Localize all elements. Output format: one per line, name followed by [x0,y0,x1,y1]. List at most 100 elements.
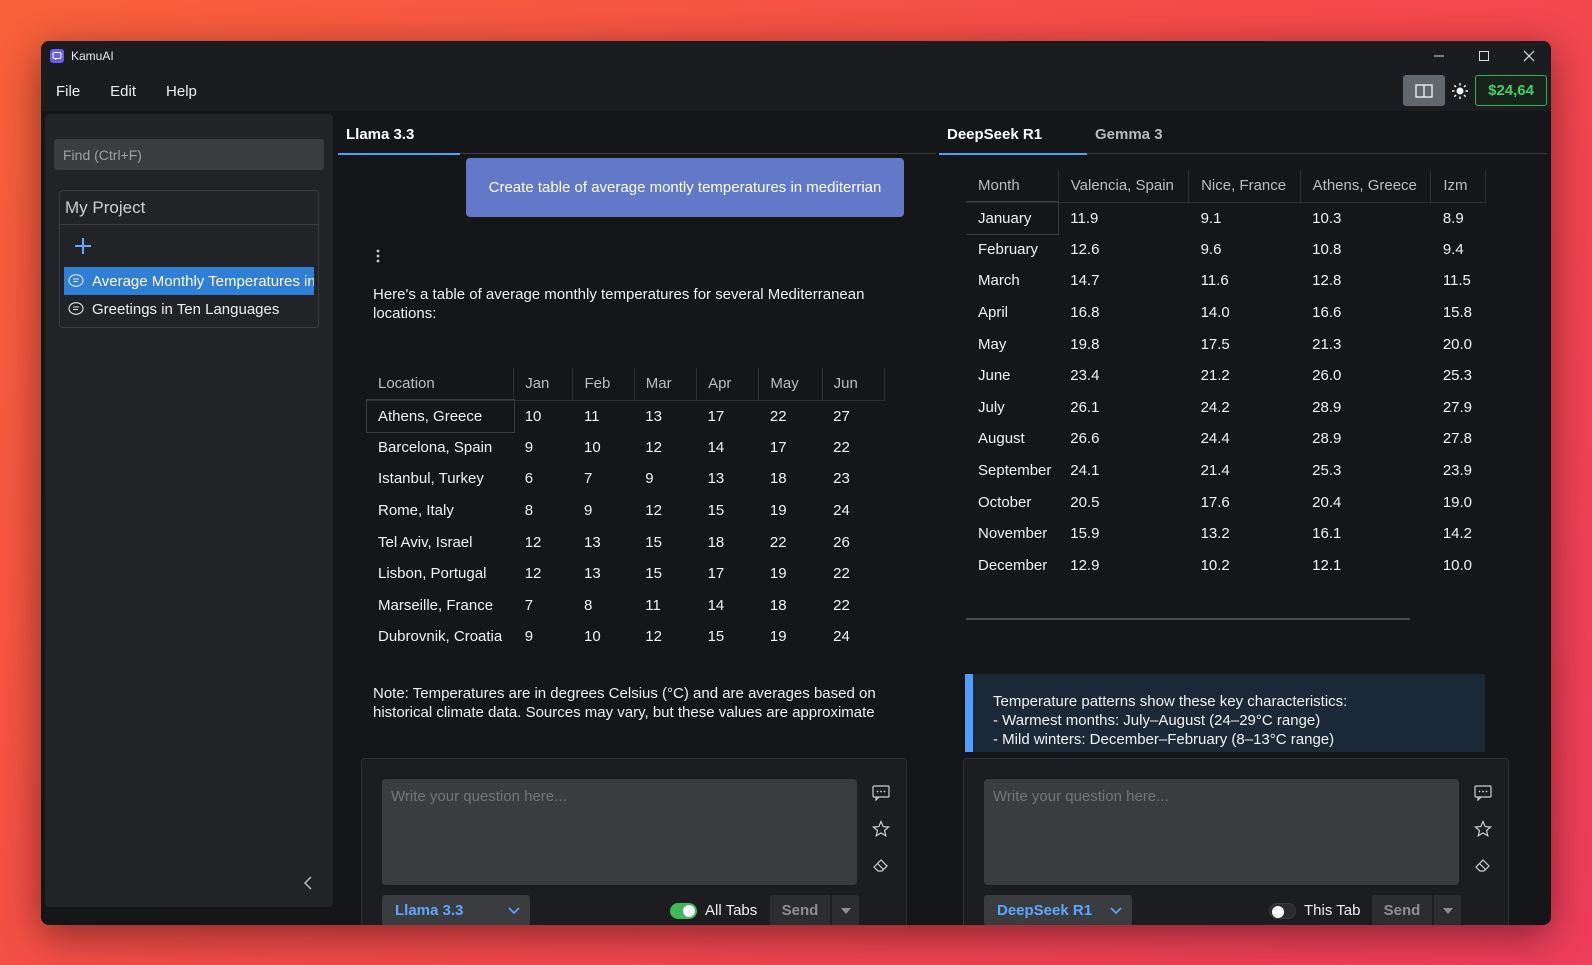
menu-edit[interactable]: Edit [95,83,151,100]
monthly-table: Month Valencia, Spain Nice, France Athen… [966,170,1486,570]
value-cell: 14 [707,596,725,614]
balance-badge[interactable]: $24,64 [1475,75,1547,106]
chat-item-label: Greetings in Ten Languages [92,300,280,318]
tab-gemma[interactable]: Gemma 3 [1087,114,1187,154]
question-input[interactable] [382,779,857,885]
all-tabs-toggle-group: All Tabs [670,902,757,919]
table-header: Jun [822,368,886,401]
value-cell: 17 [769,438,787,456]
table-header: Month [966,170,1059,203]
sun-icon[interactable] [1449,75,1471,106]
table-row: December 12.9 10.2 12.1 10.0 [966,550,1486,570]
value-cell: 10.0 [1442,556,1473,570]
chevron-down-icon [1110,903,1122,920]
send-button[interactable]: Send [770,895,830,925]
value-cell: 15.8 [1442,304,1473,322]
value-cell: 11.6 [1200,272,1229,290]
model-select-value: DeepSeek R1 [997,902,1093,919]
row-label-cell: Barcelona, Spain [378,438,493,456]
caret-down-icon [1442,907,1453,914]
value-cell: 19.8 [1070,335,1100,353]
response-note: Note: Temperatures are in degrees Celsiu… [373,685,876,721]
search-input[interactable]: Find (Ctrl+F) [54,139,324,170]
value-cell: 9 [524,628,534,646]
this-tab-toggle[interactable] [1269,902,1296,919]
value-cell: 11 [583,407,600,425]
row-label-cell: April [978,304,1009,322]
table-row: March 14.7 11.6 12.8 11.5 [966,265,1486,297]
tab-deepseek[interactable]: DeepSeek R1 [939,114,1087,155]
chat-pane-left: Llama 3.3 Create table of average montly… [338,114,936,925]
project-panel: My Project Average Monthly Temperatures … [59,190,319,328]
value-cell: 18 [769,596,787,614]
value-cell: 15 [707,628,725,646]
value-cell: 12.1 [1312,556,1342,570]
table-row: November 15.9 13.2 16.1 14.2 [966,518,1486,550]
model-select[interactable]: Llama 3.3 [382,895,530,925]
eraser-icon[interactable] [871,855,891,875]
chat-item-temperatures[interactable]: Average Monthly Temperatures in [64,267,314,295]
row-label-cell: May [978,335,1007,353]
value-cell: 8 [524,502,534,520]
value-cell: 7 [524,596,534,614]
send-button[interactable]: Send [1372,895,1432,925]
row-label-cell: June [978,367,1011,385]
send-options-button[interactable] [832,895,859,925]
table-header: Mar [634,368,698,401]
chat-bubble-icon [67,272,85,290]
table-row: February 12.6 9.6 10.8 9.4 [966,234,1486,266]
value-cell: 24 [833,502,850,520]
value-cell: 21.3 [1312,335,1342,353]
menu-file[interactable]: File [41,83,95,100]
value-cell: 20.0 [1442,335,1473,353]
table-header: Nice, France [1188,170,1301,203]
value-cell: 9.4 [1442,240,1464,258]
prompts-icon[interactable] [1473,783,1493,803]
value-cell: 20.5 [1070,493,1100,511]
more-options-icon[interactable] [376,249,380,268]
all-tabs-toggle[interactable] [670,902,697,919]
value-cell: 25.3 [1442,367,1473,385]
value-cell: 20.4 [1312,493,1342,511]
user-message: Create table of average montly temperatu… [466,158,904,217]
monthly-table-viewport[interactable]: Month Valencia, Spain Nice, France Athen… [966,170,1486,570]
value-cell: 6 [524,470,534,488]
star-icon[interactable] [871,819,891,839]
value-cell: 17 [707,407,725,425]
collapse-sidebar-icon[interactable] [303,876,313,895]
tab-bar-right: DeepSeek R1 Gemma 3 [939,114,1547,155]
model-select[interactable]: DeepSeek R1 [984,895,1132,925]
menu-bar: File Edit Help $24,64 [41,71,1551,111]
value-cell: 13 [583,565,601,583]
row-label-cell: December [978,556,1048,570]
table-row: April 16.8 14.0 16.6 15.8 [966,297,1486,329]
send-options-button[interactable] [1434,895,1461,925]
row-label-cell: Istanbul, Turkey [378,470,484,488]
close-icon[interactable] [1506,41,1551,71]
table-row: May 19.8 17.5 21.3 20.0 [966,328,1486,360]
chat-item-greetings[interactable]: Greetings in Ten Languages [64,295,314,323]
split-view-button[interactable] [1403,75,1446,106]
row-label-cell: January [966,201,1060,235]
prompts-icon[interactable] [871,783,891,803]
value-cell: 26.6 [1070,430,1100,448]
minimize-icon[interactable] [1416,41,1461,71]
question-input[interactable] [984,779,1459,885]
row-label-cell: August [978,430,1025,448]
value-cell: 22 [769,533,787,551]
value-cell: 9 [524,438,534,456]
new-chat-button[interactable] [60,225,318,267]
tab-llama[interactable]: Llama 3.3 [338,114,460,155]
value-cell: 19.0 [1442,493,1473,511]
value-cell: 12.8 [1312,272,1342,290]
maximize-icon[interactable] [1461,41,1506,71]
menu-help[interactable]: Help [151,83,212,100]
table-header-row: Location Jan Feb Mar Apr May Jun [367,368,886,401]
star-icon[interactable] [1473,819,1493,839]
eraser-icon[interactable] [1473,855,1493,875]
value-cell: 7 [583,470,593,488]
response-summary: Temperature patterns show these key char… [965,674,1485,752]
plus-icon [75,238,91,254]
table-row: Dubrovnik, Croatia 9 10 12 15 19 24 [367,621,885,653]
value-cell: 22 [833,596,850,614]
